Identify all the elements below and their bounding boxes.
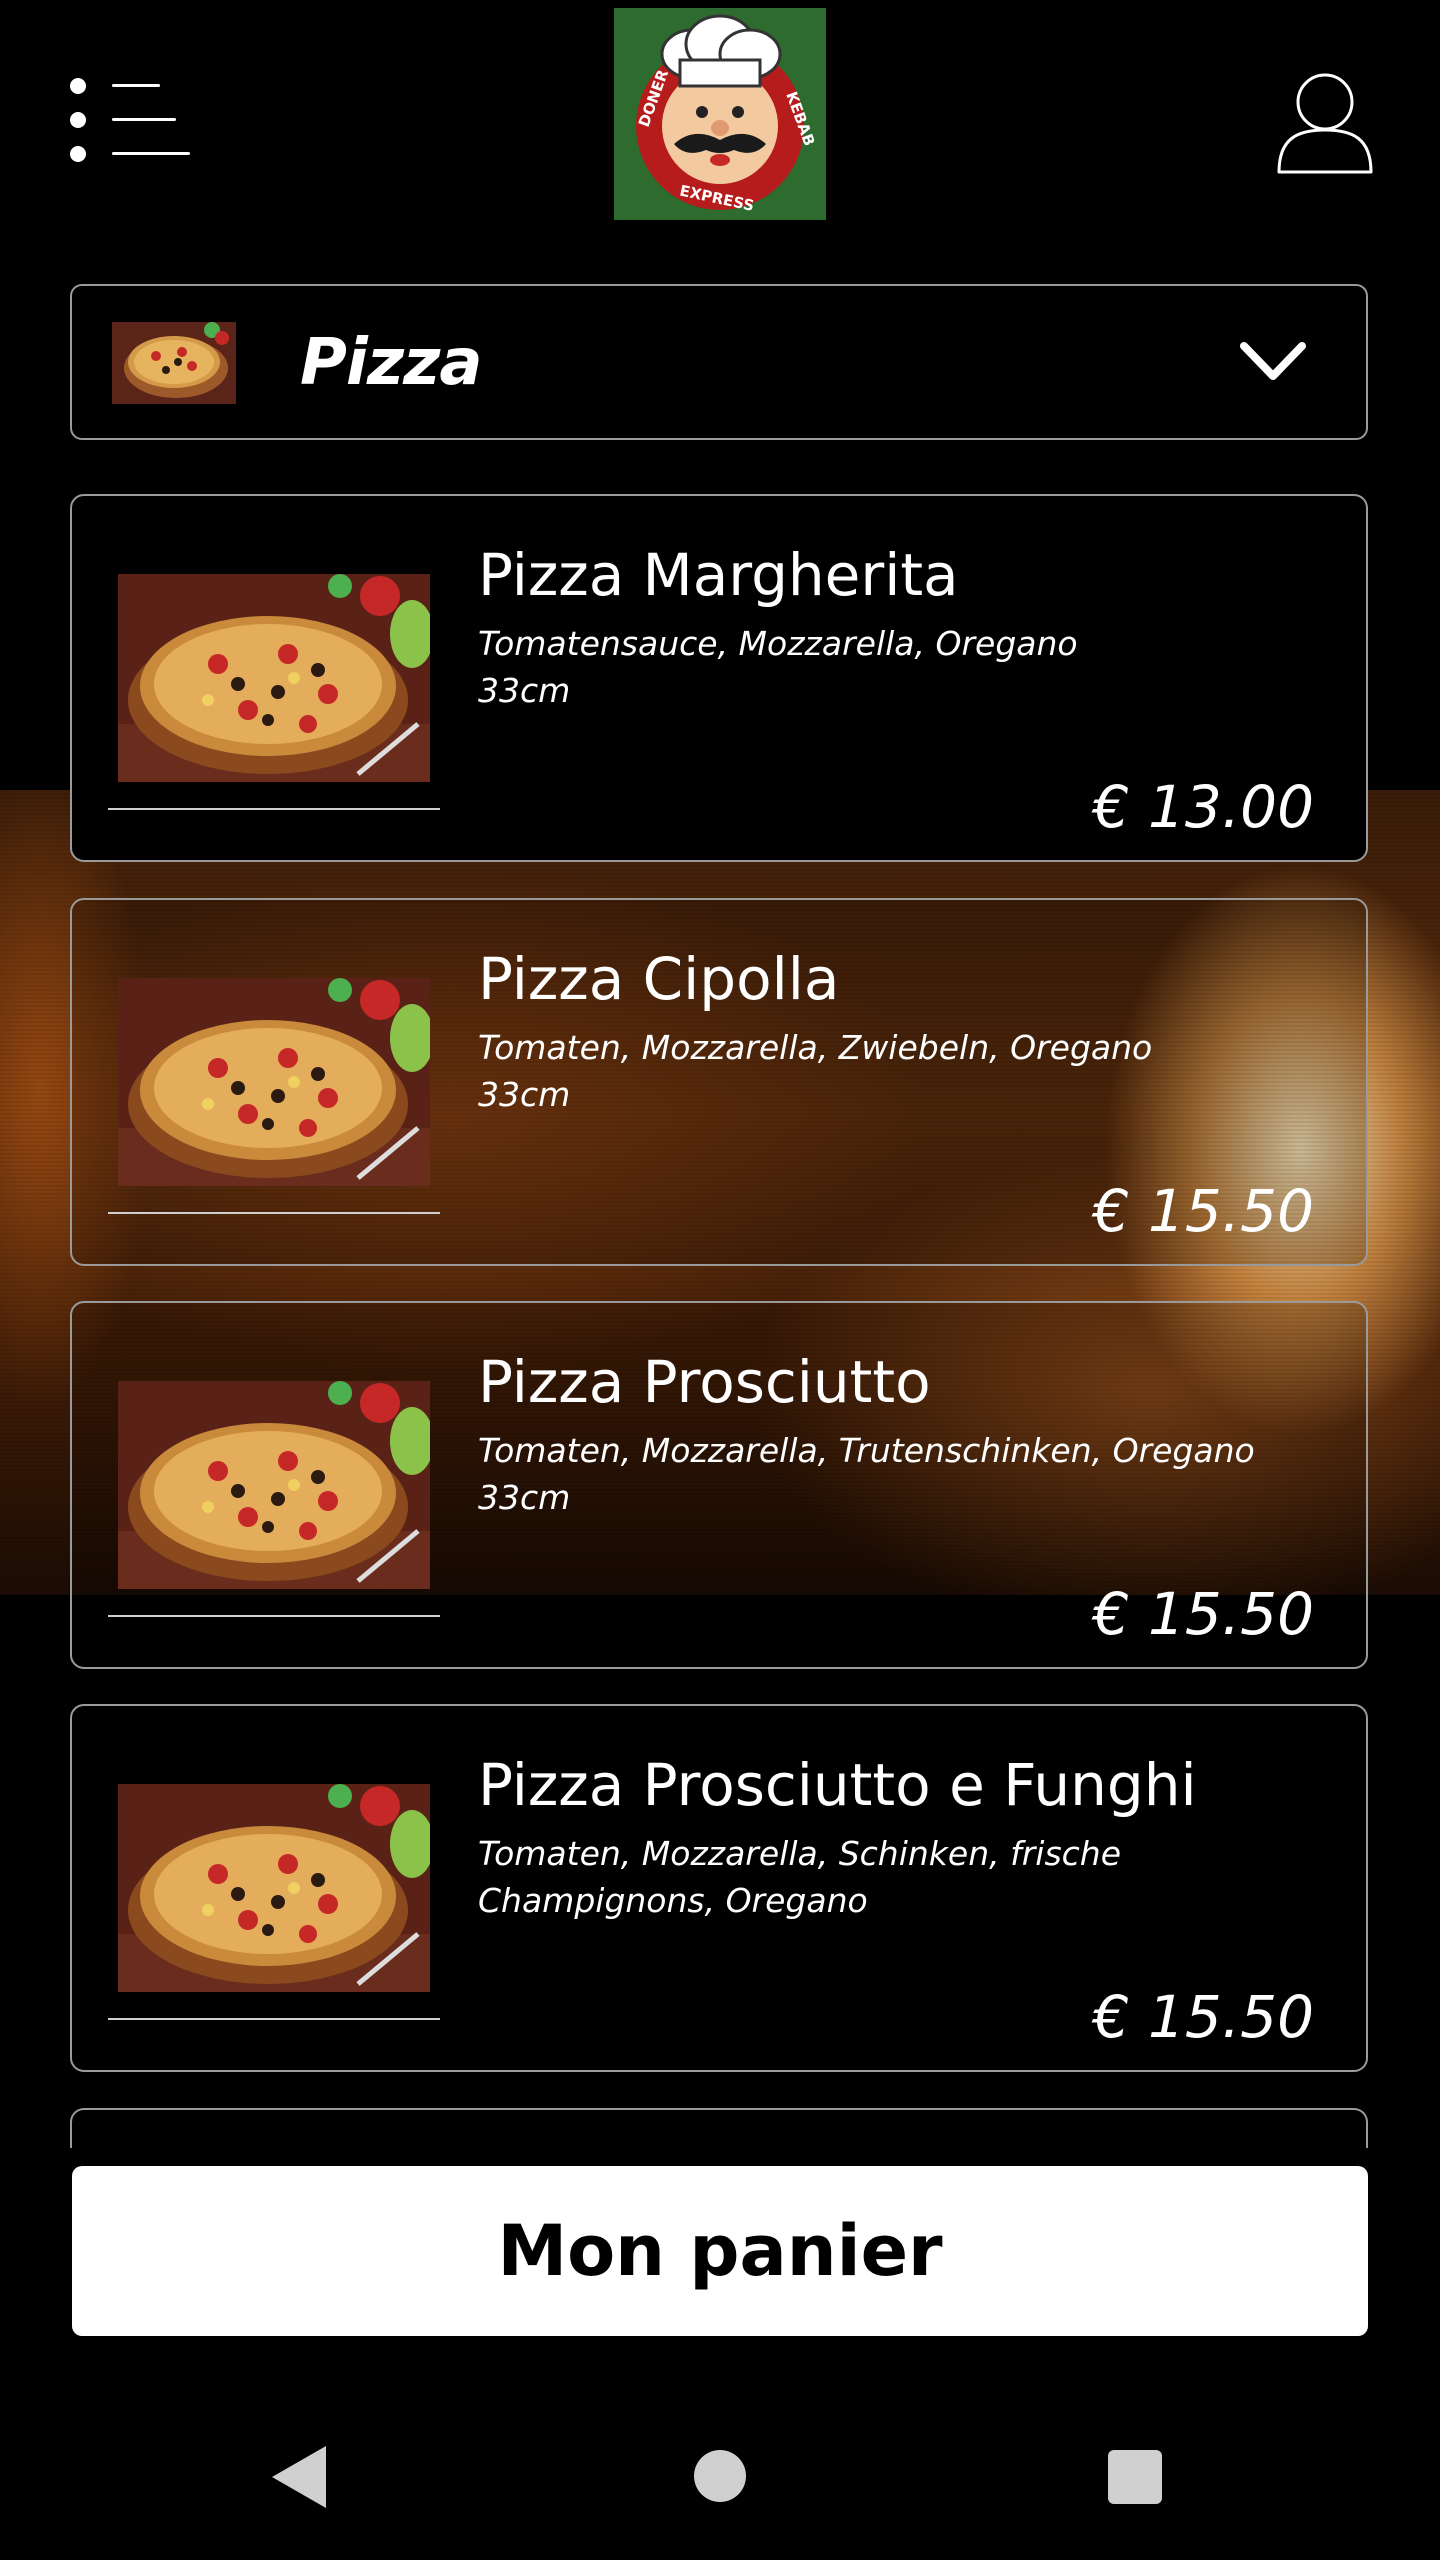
pizza-image (118, 1381, 430, 1589)
product-card[interactable]: Pizza Prosciutto Tomaten, Mozzarella, Tr… (70, 1301, 1368, 1669)
product-size: 33cm (478, 1075, 571, 1114)
chef-logo-icon: DONER KEBAB EXPRESS (614, 8, 826, 220)
product-name: Pizza Prosciutto (478, 1348, 931, 1416)
product-size: 33cm (478, 1478, 571, 1517)
back-icon[interactable] (270, 2444, 328, 2510)
image-underline (108, 2018, 440, 2020)
product-size: 33cm (478, 671, 571, 710)
menu-icon-dot (70, 112, 86, 128)
product-price: € 13.00 (1092, 773, 1314, 841)
product-description: Tomaten, Mozzarella, Schinken, frische C… (478, 1830, 1338, 1924)
product-card[interactable]: Pizza Margherita Tomatensauce, Mozzarell… (70, 494, 1368, 862)
product-price: € 15.50 (1092, 1983, 1314, 2051)
user-icon (1277, 73, 1373, 174)
category-dropdown[interactable]: Pizza (70, 284, 1368, 440)
menu-icon-bar (112, 84, 160, 87)
product-name: Pizza Prosciutto e Funghi (478, 1751, 1197, 1819)
product-ingredients: Tomaten, Mozzarella, Schinken, frische C… (478, 1834, 1122, 1920)
product-name: Pizza Margherita (478, 541, 959, 609)
product-card[interactable]: Pizza Prosciutto e Funghi Tomaten, Mozza… (70, 1704, 1368, 2072)
product-description: Tomatensauce, Mozzarella, Oregano 33cm (478, 620, 1338, 714)
product-ingredients: Tomaten, Mozzarella, Zwiebeln, Oregano (478, 1028, 1153, 1067)
system-navigation-bar (0, 2400, 1440, 2560)
pizza-image (118, 978, 430, 1186)
recent-apps-icon[interactable] (1108, 2450, 1162, 2504)
menu-page: DONER KEBAB EXPRESS Pizza Pizza Margheri… (0, 0, 1440, 2560)
product-ingredients: Tomatensauce, Mozzarella, Oregano (478, 624, 1078, 663)
product-name: Pizza Cipolla (478, 945, 840, 1013)
image-underline (108, 1212, 440, 1214)
pizza-image (118, 574, 430, 782)
menu-icon-bar (112, 118, 176, 121)
image-underline (108, 1615, 440, 1617)
product-card[interactable]: Pizza Cipolla Tomaten, Mozzarella, Zwieb… (70, 898, 1368, 1266)
image-underline (108, 808, 440, 810)
chevron-down-icon (1240, 342, 1306, 380)
user-account-button[interactable] (1276, 72, 1374, 176)
category-pizza-thumbnail (112, 322, 236, 404)
category-label: Pizza (300, 326, 483, 400)
product-price: € 15.50 (1092, 1580, 1314, 1648)
product-card-partial[interactable] (70, 2108, 1368, 2148)
pizza-image (118, 1784, 430, 1992)
home-icon[interactable] (694, 2450, 746, 2502)
menu-icon-dot (70, 146, 86, 162)
product-price: € 15.50 (1092, 1177, 1314, 1245)
menu-button[interactable] (70, 78, 190, 164)
product-description: Tomaten, Mozzarella, Zwiebeln, Oregano 3… (478, 1024, 1338, 1118)
menu-icon-dot (70, 78, 86, 94)
cart-button[interactable]: Mon panier (72, 2166, 1368, 2336)
product-description: Tomaten, Mozzarella, Trutenschinken, Ore… (478, 1427, 1338, 1521)
menu-icon-bar (112, 152, 190, 155)
restaurant-logo[interactable]: DONER KEBAB EXPRESS (614, 8, 826, 220)
product-ingredients: Tomaten, Mozzarella, Trutenschinken, Ore… (478, 1431, 1255, 1470)
